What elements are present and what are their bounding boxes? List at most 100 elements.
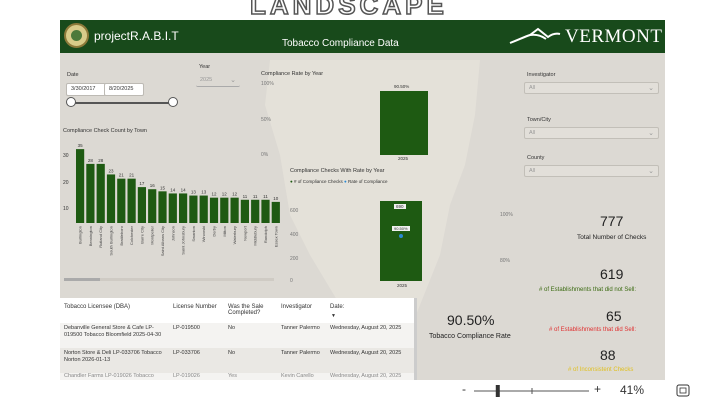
cell-license: LP-019026 xyxy=(173,373,200,379)
cell-license: LP-019500 xyxy=(173,325,200,331)
rate-bar-label: 90.50% xyxy=(394,84,410,89)
report-header: projectR.A.B.I.T Tobacco Compliance Data… xyxy=(60,20,665,53)
cell-licensee: Chandler Farms LP-019026 Tobacco xyxy=(64,373,154,379)
zoom-level: 41% xyxy=(620,383,645,397)
rate-x-label: 2025 xyxy=(398,156,409,161)
legend-dot-checks: ● xyxy=(290,179,293,184)
year-filter-label: Year xyxy=(199,64,211,70)
col-header-licensee[interactable]: Tobacco Licensee (DBA) xyxy=(64,304,130,310)
checks-tick-0: 0 xyxy=(290,278,293,284)
rate-tick-50: 50% xyxy=(261,117,272,123)
town-category-label: Johnson xyxy=(170,226,175,241)
rate-point-label: 90.50% xyxy=(392,226,410,231)
inconsistent-value: 88 xyxy=(600,347,616,363)
chevron-down-icon: ⌄ xyxy=(648,85,654,92)
town-category-label: Bennington xyxy=(88,226,93,246)
town-bar xyxy=(251,199,260,223)
town-bar xyxy=(220,197,229,223)
town-bar xyxy=(106,174,116,223)
town-bar-value: 11 xyxy=(243,194,248,199)
checks-tick-200: 200 xyxy=(290,256,299,262)
town-bar-value: 12 xyxy=(211,192,217,197)
col-header-sale[interactable]: Was the Sale Completed? xyxy=(228,304,278,316)
town-bar xyxy=(148,189,157,223)
zoom-out-button[interactable]: - xyxy=(462,382,466,396)
cell-date: Wednesday, August 20, 2025 xyxy=(330,350,402,356)
cell-investigator: Tanner Palermo xyxy=(281,350,320,356)
date-end-input[interactable]: 8/20/2025 xyxy=(104,83,144,96)
town-category-label: Rutland City xyxy=(98,226,103,248)
count-tick-30: 30 xyxy=(63,153,69,159)
town-dropdown[interactable]: All ⌄ xyxy=(524,127,659,139)
zoom-in-button[interactable]: + xyxy=(594,382,601,396)
did-not-sell-label: # of Establishments that did not Sell: xyxy=(539,287,637,293)
town-category-label: Brattleboro xyxy=(119,225,124,245)
zoom-slider[interactable] xyxy=(474,384,592,398)
top-logo-partial: LANDSCAPE xyxy=(249,0,448,21)
town-bar-value: 12 xyxy=(222,192,228,197)
zoom-bar: - + 41% xyxy=(0,380,712,401)
town-bar xyxy=(158,191,167,223)
zoom-slider-thumb[interactable] xyxy=(495,385,500,397)
col-header-investigator[interactable]: Investigator xyxy=(281,304,312,310)
town-bar-value: 11 xyxy=(263,194,268,199)
checks-bar-2025 xyxy=(380,201,422,281)
town-bar xyxy=(86,163,95,223)
fit-to-page-icon[interactable] xyxy=(676,384,690,397)
town-bar-value: 21 xyxy=(119,173,125,178)
table-row[interactable]: Norton Store & Deli LP-033706 Tobacco No… xyxy=(60,348,415,373)
cell-licensee: Debanville General Store & Cafe LP-01950… xyxy=(64,325,162,338)
county-dropdown[interactable]: All ⌄ xyxy=(524,165,659,177)
rate-bar-2025 xyxy=(380,91,428,155)
chart-scrollbar[interactable] xyxy=(64,278,274,281)
total-checks-value: 777 xyxy=(600,213,624,229)
town-bar-value: 12 xyxy=(232,192,238,197)
table-scrollbar[interactable] xyxy=(414,298,417,380)
town-bar xyxy=(137,187,146,223)
year-value: 2025 xyxy=(200,77,213,83)
town-bar-value: 10 xyxy=(273,196,279,201)
town-bar xyxy=(179,193,188,223)
town-bar xyxy=(261,199,270,223)
date-slider-start-handle[interactable] xyxy=(66,97,76,107)
col-header-license[interactable]: License Number xyxy=(173,304,217,310)
did-sell-label: # of Establishments that did Sell: xyxy=(549,327,637,333)
did-not-sell-value: 619 xyxy=(600,266,624,282)
town-bar xyxy=(117,178,126,223)
town-bar-value: 21 xyxy=(129,173,135,178)
year-dropdown[interactable]: 2025 ⌄ xyxy=(196,75,240,87)
report-title: Tobacco Compliance Data xyxy=(282,38,399,49)
project-seal-icon xyxy=(64,23,89,48)
col-header-date[interactable]: Date: xyxy=(330,304,344,310)
count-chart-title: Compliance Check Count by Town xyxy=(63,128,147,134)
chart-scrollbar-thumb[interactable] xyxy=(64,278,100,281)
legend-label-rate: Rate of Compliance xyxy=(348,179,388,184)
table-row[interactable]: Debanville General Store & Cafe LP-01950… xyxy=(60,323,415,348)
cell-date: Wednesday, August 20, 2025 xyxy=(330,325,402,331)
inconsistent-label: # of Inconsistent Checks xyxy=(568,367,634,373)
town-category-label: South Burlington xyxy=(109,226,114,256)
rate-chart-title: Compliance Rate by Year xyxy=(261,71,324,77)
investigator-filter-label: Investigator xyxy=(527,72,556,78)
licensee-table: Tobacco Licensee (DBA) License Number Wa… xyxy=(60,298,417,380)
town-bar xyxy=(199,195,208,223)
rate-tick-0: 0% xyxy=(261,152,269,158)
town-bar-value: 14 xyxy=(170,187,176,192)
town-category-label: Newport xyxy=(242,225,247,241)
table-row[interactable]: Chandler Farms LP-019026 Tobacco LP-0190… xyxy=(60,373,415,380)
county-value: All xyxy=(529,168,536,174)
date-slider-track[interactable] xyxy=(71,102,174,104)
date-start-input[interactable]: 3/30/2017 xyxy=(66,83,106,96)
cell-sale: No xyxy=(228,350,236,356)
investigator-dropdown[interactable]: All ⌄ xyxy=(524,82,659,94)
town-category-label: Derby xyxy=(212,226,217,237)
vermont-wordmark: VERMONT xyxy=(565,26,663,47)
total-checks-label: Total Number of Checks xyxy=(577,234,647,241)
cell-license: LP-033706 xyxy=(173,350,200,356)
chevron-down-icon: ⌄ xyxy=(648,130,654,137)
sort-desc-icon[interactable]: ▼ xyxy=(331,313,336,319)
chevron-down-icon: ⌄ xyxy=(648,168,654,175)
cell-sale: Yes xyxy=(228,373,237,379)
town-category-label: Colchester xyxy=(129,225,134,245)
date-slider-end-handle[interactable] xyxy=(168,97,178,107)
